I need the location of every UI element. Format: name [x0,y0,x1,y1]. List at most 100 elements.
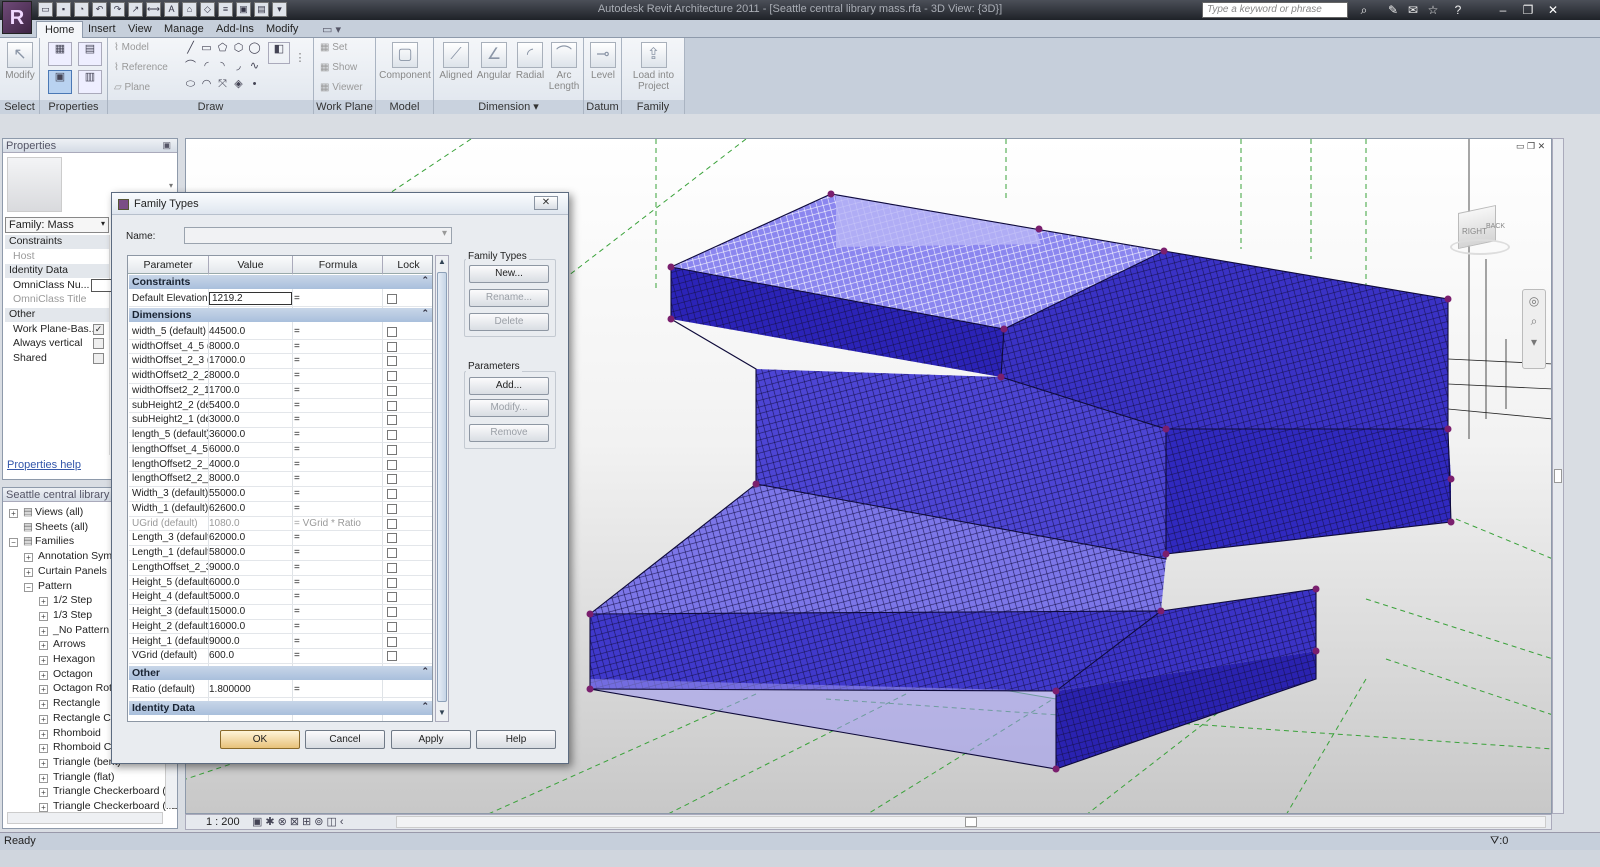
parameter-value[interactable]: 15000.0 [209,606,292,617]
parameter-value[interactable]: 4000.0 [209,459,292,470]
parameter-value[interactable]: 1.800000 [209,684,292,695]
ribbon-options-icon[interactable]: ▭ ▾ [314,21,349,38]
communication-icon[interactable]: ✉ [1405,2,1421,18]
zoom-icon[interactable]: ⌕ [1523,314,1545,329]
binoculars-icon[interactable]: ⌕ [1356,2,1372,18]
property-checkbox[interactable]: ✓ [93,323,104,335]
fillet-arc-icon[interactable]: ◞ [232,60,245,73]
modify-button[interactable]: ↖ Modify [4,42,36,81]
type-selector-chevron-icon[interactable]: ▾ [169,181,173,190]
parameter-row[interactable]: LengthOffset_2_3 9000.0 = [129,561,432,576]
expand-icon[interactable]: + [39,700,48,710]
expand-icon[interactable]: + [39,611,48,621]
view-scale[interactable]: 1 : 200 [206,816,240,828]
parameter-value[interactable]: 6000.0 [209,444,292,455]
navigation-bar[interactable]: ◎ ⌕ ▾ [1522,289,1546,369]
restore-icon[interactable]: ❐ [1520,2,1536,18]
lock-checkbox[interactable] [387,636,397,647]
expand-icon[interactable]: + [39,714,48,724]
lock-checkbox[interactable] [387,327,397,337]
parameter-value[interactable]: 1219.2 [209,292,292,305]
family-type-selector[interactable]: Family: Mass ▾ [5,217,109,233]
lock-checkbox[interactable] [387,533,397,544]
work-plane-viewer-button[interactable]: ▦ Viewer [320,82,363,93]
view-control-icons[interactable]: ▣✱⊗⊠⊞⊚◫‹ [252,815,347,828]
parameter-row[interactable]: Height_3 (default 15000.0 = [129,605,432,620]
tab-modify[interactable]: Modify [258,21,306,38]
lock-checkbox[interactable] [387,562,397,573]
view-cube-right-face[interactable]: RIGHT [1462,227,1487,236]
show-work-plane-button[interactable]: ▦ Show [320,62,357,73]
parameter-row[interactable]: Height_4 (default 5000.0 = [129,590,432,605]
expand-icon[interactable]: + [39,597,48,607]
plane-button[interactable]: ▱ Plane [114,82,150,93]
view-window-controls[interactable]: ▭ ❐ ✕ [1516,141,1545,152]
type-properties-icon[interactable]: ▥ [78,70,102,94]
parameter-row[interactable]: widthOffset_2_3 (17000.0 = [129,354,432,370]
help-icon[interactable]: ? [1450,2,1466,18]
spline-icon[interactable]: ∿ [248,60,261,73]
parameter-formula[interactable]: = [294,355,380,366]
collapse-group-icon[interactable]: ⌃ [421,701,429,712]
collapse-icon[interactable]: − [24,582,33,592]
browser-item[interactable]: Curtain Panels [38,565,107,577]
nav-options-icon[interactable]: ▾ [1523,335,1545,349]
view-cube[interactable]: RIGHT BACK [1450,204,1510,259]
tab-view[interactable]: View [120,21,160,38]
parameter-value[interactable]: 3000.0 [209,414,292,425]
omniclass-number-field[interactable] [91,279,113,292]
parameter-row[interactable]: Default Elevation 1219.2 = [129,292,432,307]
vertical-scroll-thumb[interactable] [1554,469,1562,483]
cancel-button[interactable]: Cancel [305,730,385,749]
pick-faces-icon[interactable]: ◈ [232,78,245,91]
arc-start-end-icon[interactable]: ⌒ [184,60,197,73]
parameter-formula[interactable]: = [294,473,380,484]
parameter-value[interactable]: 58000.0 [209,547,292,558]
lock-checkbox[interactable] [387,294,397,304]
parameter-value[interactable]: 8000.0 [209,370,292,381]
parameter-formula[interactable]: = [294,532,380,543]
property-checkbox[interactable] [93,338,104,350]
parameter-formula[interactable]: = [294,429,380,440]
arc-center-icon[interactable]: ◜ [200,60,213,73]
parameter-value[interactable]: 16000.0 [209,621,292,632]
arc-length-button[interactable]: ⌒ Arc Length [548,42,580,92]
property-section[interactable]: Identity Data [5,264,109,279]
expand-icon[interactable]: + [24,553,33,563]
delete-type-button[interactable]: Delete [469,313,549,331]
parameter-formula[interactable]: = [294,650,380,661]
expand-icon[interactable]: + [39,626,48,636]
reference-line-button[interactable]: ⌇ Reference [114,62,168,73]
parameter-row[interactable]: Width_1 (default) 62600.0 = [129,502,432,517]
table-scrollbar[interactable]: ▲ ▼ [435,255,449,722]
browser-item[interactable]: 1/3 Step [53,609,92,621]
expand-icon[interactable]: + [39,670,48,680]
angular-dimension-button[interactable]: ∠ Angular [476,42,512,81]
add-parameter-button[interactable]: Add... [469,377,549,395]
ellipse-icon[interactable]: ⬭ [184,78,197,91]
modify-parameter-button[interactable]: Modify... [469,399,549,417]
expand-icon[interactable]: + [24,567,33,577]
col-parameter[interactable]: Parameter [128,259,208,271]
load-into-project-button[interactable]: ⇪ Load into Project [624,42,683,92]
lock-checkbox[interactable] [387,356,397,367]
parameter-row[interactable]: widthOffset2_2_1 1700.0 = [129,384,432,399]
browser-item[interactable]: Triangle Checkerboard (bent) [53,785,177,797]
lock-checkbox[interactable] [387,489,397,500]
polygon-icon[interactable]: ⬠ [216,42,229,55]
property-section[interactable]: Constraints [5,235,109,249]
favorites-icon[interactable]: ☆ [1425,2,1441,18]
expand-icon[interactable]: + [39,803,48,812]
expand-icon[interactable]: + [39,729,48,739]
parameter-formula[interactable]: = [294,591,380,602]
parameter-row[interactable]: Width_3 (default) 55000.0 = [129,487,432,502]
browser-item[interactable]: Views (all) [35,506,83,518]
parameter-group-header[interactable]: Identity Data ⌃ [129,701,432,716]
ok-button[interactable]: OK [220,730,300,749]
parameter-row[interactable]: Ratio (default) 1.800000 = [129,683,432,698]
panel-dimension-caption[interactable]: Dimension ▾ [434,100,583,114]
browser-item[interactable]: Triangle Checkerboard (flat) [53,800,177,812]
help-search-input[interactable]: Type a keyword or phrase [1202,2,1348,18]
view-cube-compass-ring[interactable] [1450,239,1510,255]
line-icon[interactable]: ╱ [184,42,197,55]
